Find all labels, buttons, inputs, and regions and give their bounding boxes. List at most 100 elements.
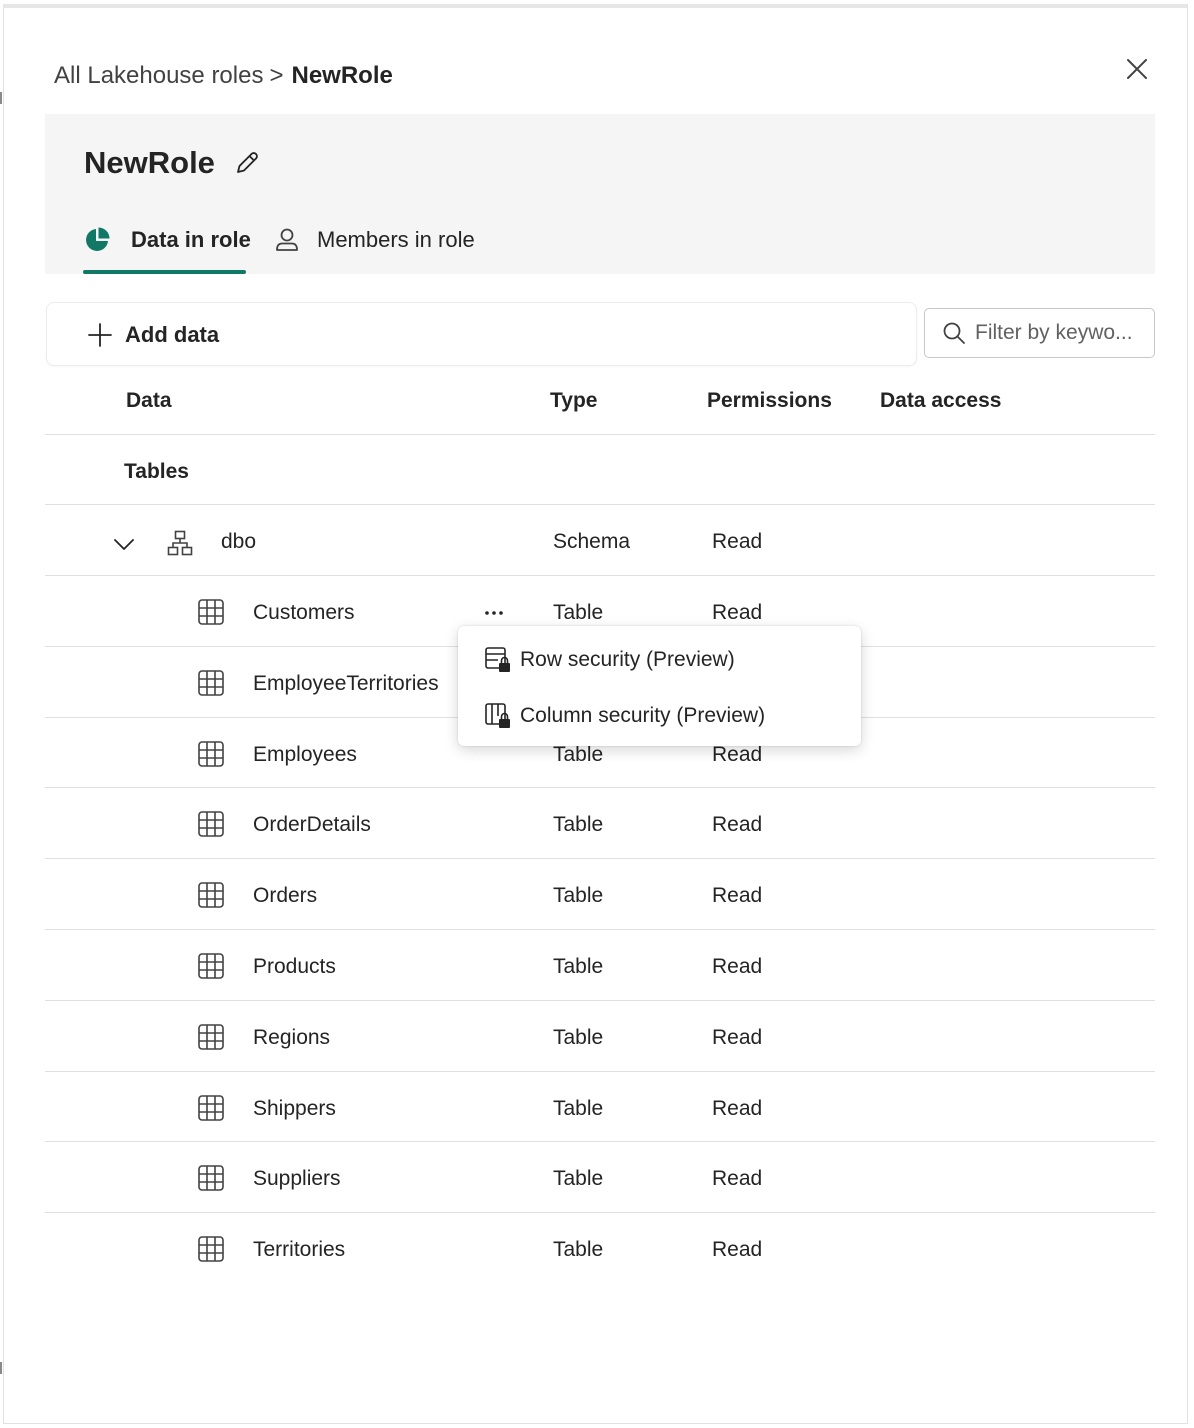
column-header-type[interactable]: Type — [550, 386, 597, 416]
table-row[interactable]: OrderDetails Table Read — [45, 790, 1155, 861]
table-row[interactable]: Orders Table Read — [45, 861, 1155, 932]
divider — [45, 929, 1155, 930]
breadcrumb-all-roles-link[interactable]: All Lakehouse roles — [54, 62, 263, 89]
table-row[interactable]: Products Table Read — [45, 932, 1155, 1003]
divider — [45, 858, 1155, 859]
table-name: Regions — [253, 1026, 331, 1049]
chevron-down-icon — [114, 539, 134, 550]
filter-input[interactable] — [975, 321, 1145, 345]
table-type: Table — [553, 1238, 604, 1261]
edge-mark — [0, 92, 2, 104]
data-toolbar: Add data — [46, 302, 917, 366]
table-name: Suppliers — [253, 1167, 341, 1190]
collapse-button[interactable] — [113, 533, 135, 555]
table-name: OrderDetails — [253, 813, 371, 836]
schema-icon — [167, 530, 193, 556]
table-type: Table — [553, 1167, 604, 1190]
selected-tab-indicator — [83, 270, 246, 274]
table-permission: Read — [712, 1026, 763, 1049]
divider — [45, 1071, 1155, 1072]
schema-permission: Read — [712, 530, 763, 553]
add-data-label: Add data — [125, 322, 220, 347]
table-name: Customers — [253, 601, 355, 624]
section-label-tables: Tables — [124, 460, 189, 483]
tab-members-in-role[interactable]: Members in role — [273, 222, 475, 274]
breadcrumb-current: NewRole — [291, 62, 393, 89]
tab-label: Data in role — [131, 227, 251, 252]
close-icon — [1127, 59, 1147, 79]
menu-item-label: Row security (Preview) — [520, 648, 735, 671]
table-permission: Read — [712, 1167, 763, 1190]
table-icon — [198, 953, 224, 979]
table-permission: Read — [712, 955, 763, 978]
table-icon — [198, 1236, 224, 1262]
filter-box — [924, 308, 1155, 358]
table-icon — [198, 741, 224, 767]
add-data-button[interactable]: Add data — [87, 317, 219, 353]
table-row[interactable]: Suppliers Table Read — [45, 1144, 1155, 1215]
schema-row[interactable]: dbo Schema Read — [45, 507, 1155, 578]
more-horizontal-icon — [485, 611, 503, 615]
table-permission: Read — [712, 1097, 763, 1120]
more-options-button[interactable] — [479, 598, 509, 628]
edge-mark — [0, 1362, 2, 1374]
divider — [45, 787, 1155, 788]
table-name: Shippers — [253, 1097, 336, 1120]
context-menu: Row security (Preview) Column security (… — [458, 626, 861, 746]
role-title: NewRole — [84, 145, 215, 180]
divider — [45, 1212, 1155, 1213]
table-name: Products — [253, 955, 336, 978]
table-type: Table — [553, 813, 604, 836]
table-type: Table — [553, 955, 604, 978]
table-row[interactable]: Territories Table Read — [45, 1215, 1155, 1286]
pie-chart-icon — [86, 227, 110, 251]
close-button[interactable] — [1122, 54, 1152, 84]
divider — [45, 1141, 1155, 1142]
table-row[interactable]: Shippers Table Read — [45, 1074, 1155, 1145]
table-icon — [198, 599, 224, 625]
column-header-data-access[interactable]: Data access — [880, 386, 1001, 416]
table-name: Orders — [253, 884, 318, 907]
column-header-data[interactable]: Data — [126, 386, 172, 416]
pencil-icon — [237, 152, 258, 173]
schema-name: dbo — [221, 530, 257, 553]
row-security-icon — [485, 647, 510, 672]
edit-role-name-button[interactable] — [232, 148, 262, 178]
tab-label: Members in role — [317, 227, 475, 252]
divider — [45, 434, 1155, 435]
table-icon — [198, 1024, 224, 1050]
table-icon — [198, 882, 224, 908]
table-icon — [198, 811, 224, 837]
table-icon — [198, 1095, 224, 1121]
table-permission: Read — [712, 884, 763, 907]
table-type: Table — [553, 601, 604, 624]
schema-type: Schema — [553, 530, 631, 553]
divider — [45, 504, 1155, 505]
table-permission: Read — [712, 813, 763, 836]
table-icon — [198, 1165, 224, 1191]
table-row[interactable]: Regions Table Read — [45, 1003, 1155, 1074]
column-header-permissions[interactable]: Permissions — [707, 386, 832, 416]
divider — [45, 575, 1155, 576]
table-name: Employees — [253, 743, 357, 766]
table-name: Territories — [253, 1238, 346, 1261]
table-type: Table — [553, 1026, 604, 1049]
role-header: NewRole Data in role Members in role — [45, 114, 1155, 274]
table-type: Table — [553, 884, 604, 907]
table-type: Table — [553, 1097, 604, 1120]
table-permission: Read — [712, 1238, 763, 1261]
menu-item-column-security[interactable]: Column security (Preview) — [458, 688, 861, 744]
search-icon — [943, 322, 965, 344]
breadcrumb: All Lakehouse roles > NewRole — [54, 60, 393, 92]
column-security-icon — [485, 703, 510, 728]
table-icon — [198, 670, 224, 696]
table-permission: Read — [712, 601, 763, 624]
plus-icon — [88, 323, 112, 347]
table-name: EmployeeTerritories — [253, 672, 439, 695]
menu-item-row-security[interactable]: Row security (Preview) — [458, 632, 861, 688]
tab-data-in-role[interactable]: Data in role — [83, 222, 251, 274]
person-icon — [276, 228, 298, 251]
divider — [45, 1000, 1155, 1001]
menu-item-label: Column security (Preview) — [520, 704, 766, 727]
breadcrumb-separator: > — [269, 62, 284, 89]
